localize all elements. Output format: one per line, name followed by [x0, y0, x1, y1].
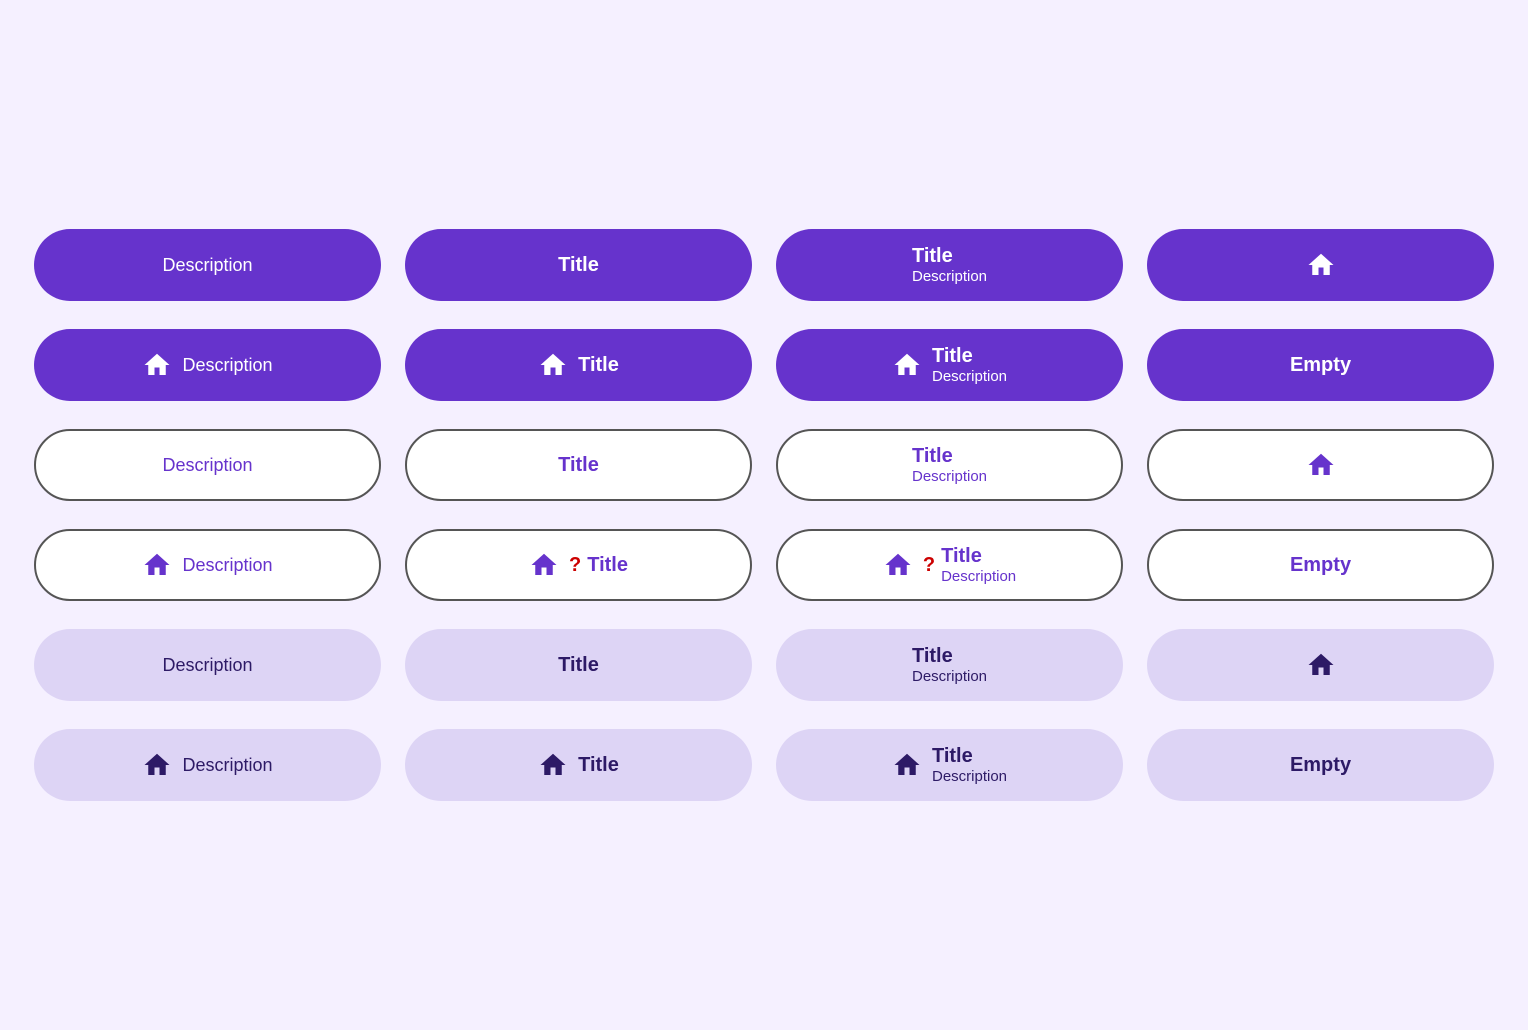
title-label: Title [587, 554, 628, 577]
question-mark: ? [923, 554, 935, 577]
btn-filled-icon-title[interactable]: Title [405, 329, 752, 401]
home-icon [1306, 650, 1336, 680]
home-icon [529, 550, 559, 580]
btn-light-title-description[interactable]: Title Description [776, 629, 1123, 701]
btn-light-empty[interactable]: Empty [1147, 729, 1494, 801]
btn-filled-empty[interactable]: Empty [1147, 329, 1494, 401]
btn-light-icon-title-description[interactable]: Title Description [776, 729, 1123, 801]
empty-label: Empty [1290, 754, 1351, 777]
title-label: Title [558, 654, 599, 677]
btn-light-description[interactable]: Description [34, 629, 381, 701]
description-label: Description [912, 468, 987, 486]
title-label: Title [932, 744, 973, 768]
home-icon [892, 350, 922, 380]
description-label: Description [932, 368, 1007, 386]
button-grid: Description Title Title Description Desc… [34, 229, 1494, 801]
description-label: Description [912, 668, 987, 686]
btn-content: Title Description [941, 544, 1016, 586]
title-label: Title [912, 244, 953, 268]
description-label: Description [932, 768, 1007, 786]
title-label: Title [912, 644, 953, 668]
btn-filled-title[interactable]: Title [405, 229, 752, 301]
btn-outline-icon-description[interactable]: Description [34, 529, 381, 601]
btn-filled-icon-description[interactable]: Description [34, 329, 381, 401]
home-icon [538, 750, 568, 780]
btn-outline-title[interactable]: Title [405, 429, 752, 501]
home-icon [1306, 250, 1336, 280]
btn-outline-icon-question-title[interactable]: ? Title [405, 529, 752, 601]
description-label: Description [912, 268, 987, 286]
btn-content: Title Description [912, 644, 987, 686]
title-label: Title [932, 344, 973, 368]
home-icon [142, 750, 172, 780]
title-label: Title [558, 254, 599, 277]
title-label: Title [578, 754, 619, 777]
home-icon [142, 350, 172, 380]
home-icon [892, 750, 922, 780]
home-icon [883, 550, 913, 580]
btn-light-icon-only[interactable] [1147, 629, 1494, 701]
btn-content: Title Description [932, 344, 1007, 386]
empty-label: Empty [1290, 354, 1351, 377]
btn-filled-description[interactable]: Description [34, 229, 381, 301]
description-label: Description [941, 568, 1016, 586]
btn-outline-icon-question-title-description[interactable]: ? Title Description [776, 529, 1123, 601]
btn-light-icon-description[interactable]: Description [34, 729, 381, 801]
home-icon [1306, 450, 1336, 480]
btn-light-icon-title[interactable]: Title [405, 729, 752, 801]
title-label: Title [578, 354, 619, 377]
btn-filled-title-description[interactable]: Title Description [776, 229, 1123, 301]
btn-content: Title Description [912, 444, 987, 486]
btn-filled-icon-only[interactable] [1147, 229, 1494, 301]
description-label: Description [182, 755, 272, 776]
description-label: Description [162, 455, 252, 476]
title-label: Title [558, 454, 599, 477]
description-label: Description [162, 255, 252, 276]
btn-outline-title-description[interactable]: Title Description [776, 429, 1123, 501]
description-label: Description [182, 555, 272, 576]
btn-light-title[interactable]: Title [405, 629, 752, 701]
btn-outline-description[interactable]: Description [34, 429, 381, 501]
home-icon [538, 350, 568, 380]
home-icon [142, 550, 172, 580]
title-label: Title [941, 544, 982, 568]
question-mark: ? [569, 554, 581, 577]
empty-label: Empty [1290, 554, 1351, 577]
btn-outline-icon-only[interactable] [1147, 429, 1494, 501]
title-label: Title [912, 444, 953, 468]
btn-outline-empty[interactable]: Empty [1147, 529, 1494, 601]
btn-content: Title Description [912, 244, 987, 286]
btn-content: Title Description [932, 744, 1007, 786]
description-label: Description [182, 355, 272, 376]
btn-filled-icon-title-description[interactable]: Title Description [776, 329, 1123, 401]
description-label: Description [162, 655, 252, 676]
